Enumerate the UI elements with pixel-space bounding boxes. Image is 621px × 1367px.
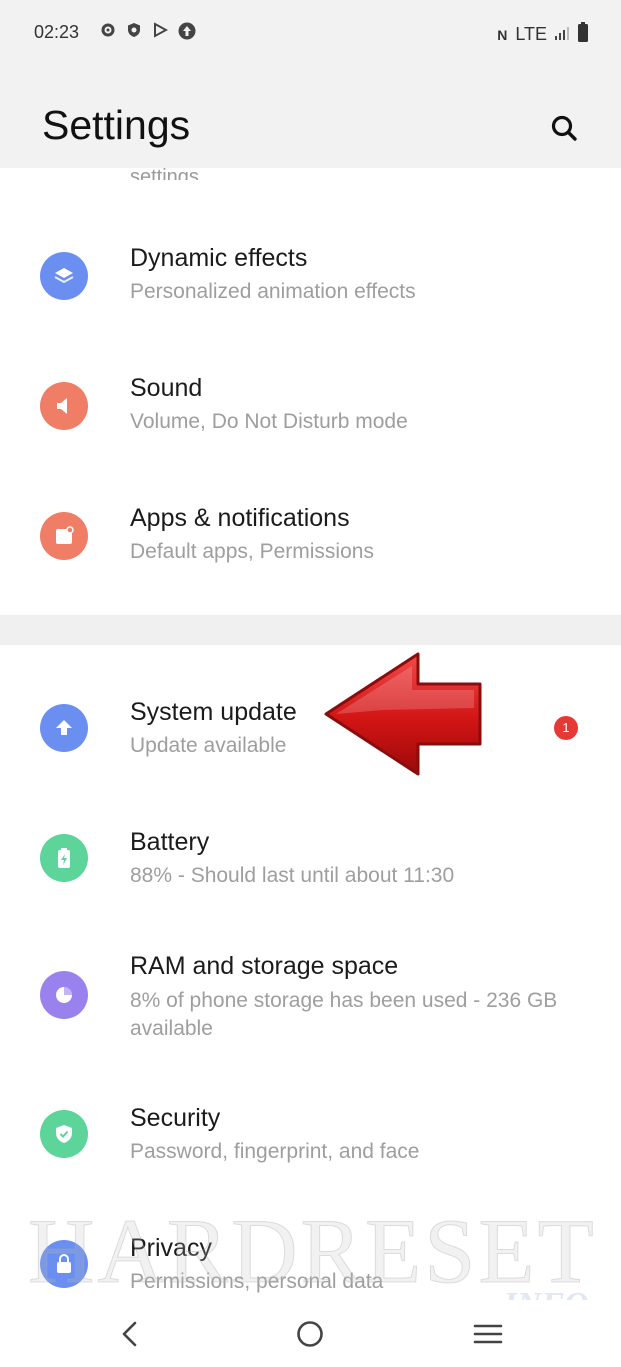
item-subtitle: Personalized animation effects <box>130 280 416 303</box>
apps-icon <box>40 512 88 560</box>
item-title: Battery <box>130 828 210 856</box>
back-button[interactable] <box>112 1316 148 1352</box>
item-subtitle: 8% of phone storage has been used - 236 … <box>130 989 558 1040</box>
home-icon <box>297 1321 323 1347</box>
home-button[interactable] <box>292 1316 328 1352</box>
item-subtitle: Volume, Do Not Disturb mode <box>130 410 408 433</box>
gear-icon <box>100 22 116 38</box>
page-title: Settings <box>42 102 191 148</box>
status-time: 02:23 <box>34 22 80 42</box>
navigation-bar <box>0 1300 621 1367</box>
layers-icon <box>40 252 88 300</box>
network-label: LTE <box>515 24 547 44</box>
menu-icon <box>473 1324 503 1344</box>
item-subtitle: 88% - Should last until about 11:30 <box>130 864 455 887</box>
settings-item-apps-notifications[interactable]: Apps & notifications Default apps, Permi… <box>0 478 621 588</box>
item-title: System update <box>130 698 297 726</box>
update-badge: 1 <box>554 716 578 740</box>
search-button[interactable] <box>546 110 582 146</box>
settings-item-security[interactable]: Security Password, fingerprint, and face <box>0 1078 621 1188</box>
status-left-icons <box>100 22 196 40</box>
item-title: Dynamic effects <box>130 244 308 272</box>
item-title: Apps & notifications <box>130 504 350 532</box>
item-title: Sound <box>130 374 203 402</box>
item-subtitle: Default apps, Permissions <box>130 540 374 563</box>
item-subtitle: Password, fingerprint, and face <box>130 1140 420 1163</box>
status-bar: 02:23 N LTE <box>0 0 621 70</box>
pie-icon <box>40 971 88 1019</box>
search-icon <box>551 115 577 141</box>
settings-item-battery[interactable]: Battery 88% - Should last until about 11… <box>0 802 621 912</box>
nfc-indicator: N <box>497 26 508 43</box>
clipped-item-subtitle: settings <box>130 166 199 180</box>
menu-button[interactable] <box>470 1316 506 1352</box>
settings-item-ram-storage[interactable]: RAM and storage space 8% of phone storag… <box>0 926 621 1066</box>
battery-icon <box>40 834 88 882</box>
speaker-icon <box>40 382 88 430</box>
shield-check-icon <box>40 1110 88 1158</box>
item-title: RAM and storage space <box>130 952 399 980</box>
header: Settings <box>0 70 621 168</box>
settings-item-system-update[interactable]: System update Update available <box>0 672 621 782</box>
pointer-arrow-icon <box>324 652 482 776</box>
item-title: Security <box>130 1104 221 1132</box>
settings-item-sound[interactable]: Sound Volume, Do Not Disturb mode <box>0 348 621 458</box>
arrow-up-icon <box>40 704 88 752</box>
status-right: N LTE <box>497 22 589 47</box>
shield-icon <box>126 22 142 38</box>
back-icon <box>122 1321 137 1347</box>
settings-item-dynamic-effects[interactable]: Dynamic effects Personalized animation e… <box>0 218 621 328</box>
upload-icon <box>178 22 196 40</box>
signal-icon <box>555 24 569 45</box>
battery-icon <box>577 22 589 47</box>
play-store-icon <box>152 22 169 38</box>
section-divider <box>0 615 621 645</box>
